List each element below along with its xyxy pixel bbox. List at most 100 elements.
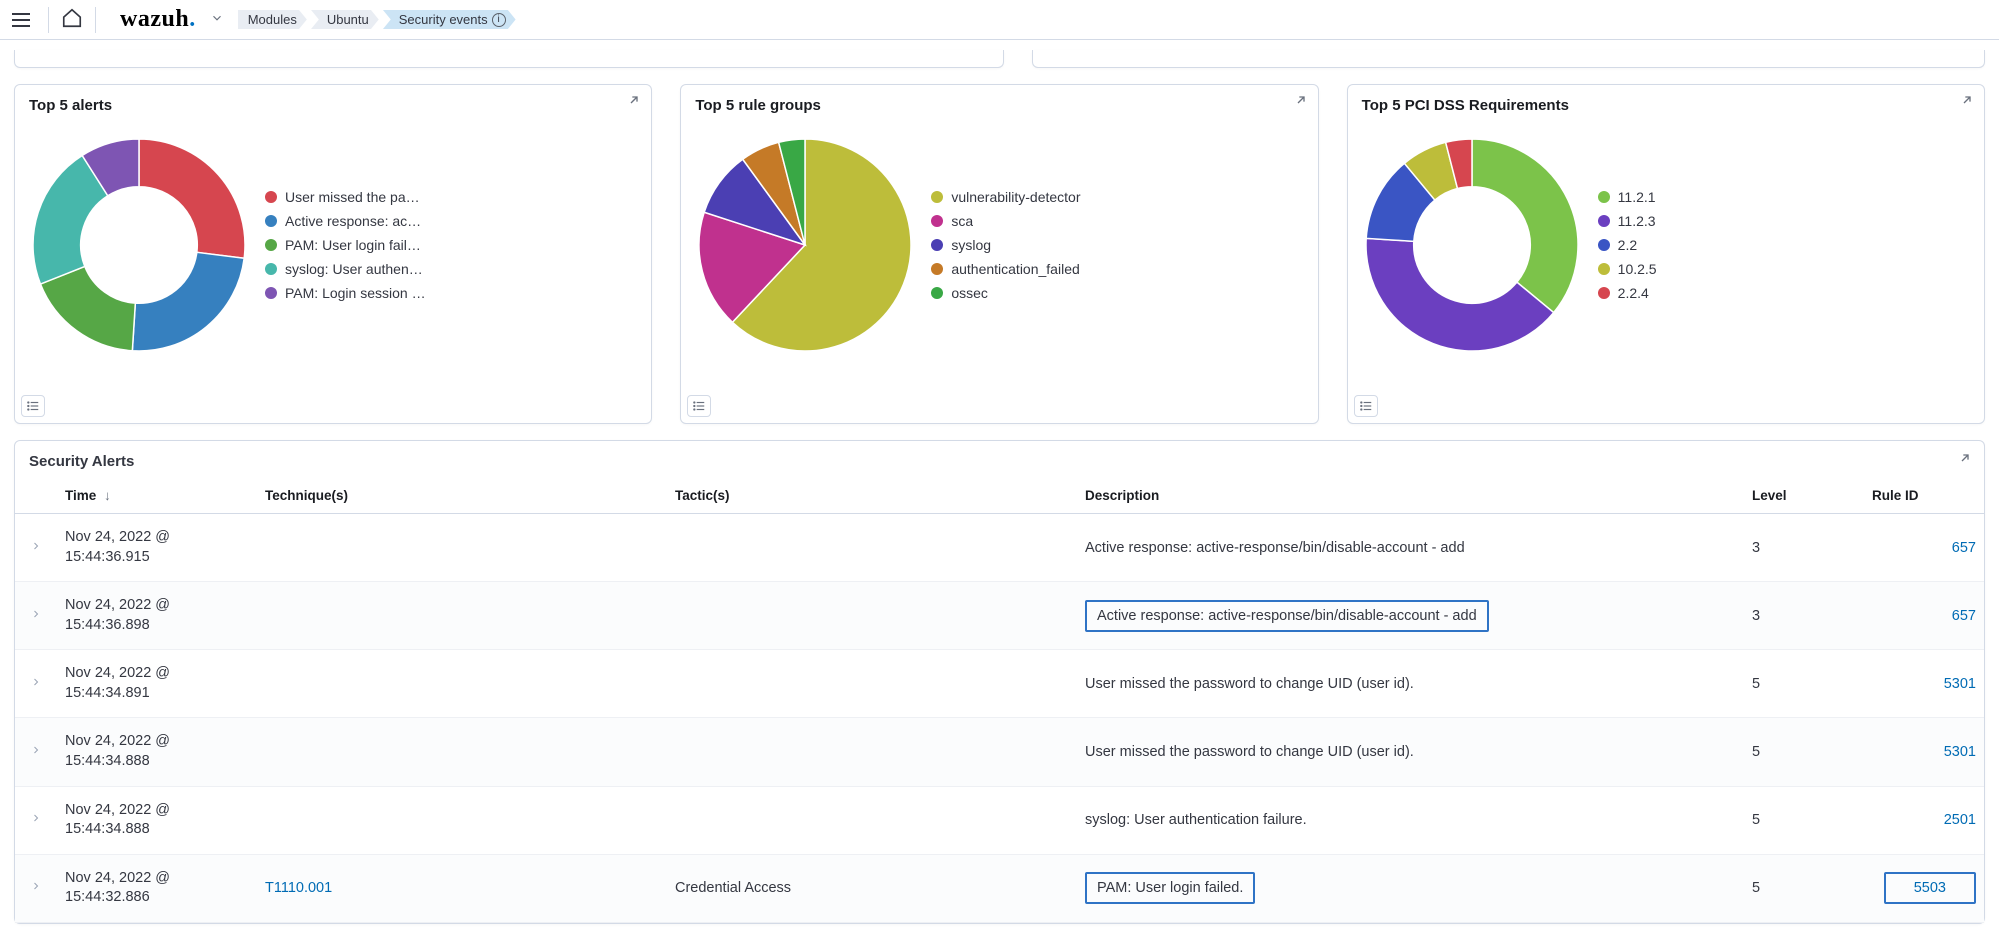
legend-item[interactable]: 11.2.3 xyxy=(1598,213,1970,229)
partial-panel xyxy=(1032,50,1986,68)
logo-text: wazuh xyxy=(120,6,189,32)
legend-label: Active response: ac… xyxy=(285,213,421,229)
legend-item[interactable]: ossec xyxy=(931,285,1303,301)
legend-color-dot xyxy=(931,263,943,275)
info-icon[interactable]: i xyxy=(492,13,506,27)
legend-item[interactable]: 2.2 xyxy=(1598,237,1970,253)
cell-ruleid: 5503 xyxy=(1864,854,1984,922)
col-time-label: Time xyxy=(65,488,96,503)
cell-description: User missed the password to change UID (… xyxy=(1077,718,1744,786)
cell-tactic: Credential Access xyxy=(667,854,1077,922)
chart-legend: 11.2.1 11.2.3 2.2 10.2.5 2.2.4 xyxy=(1582,189,1970,301)
breadcrumb-item[interactable]: Modules xyxy=(238,10,307,30)
home-icon[interactable] xyxy=(61,7,83,32)
expand-icon[interactable] xyxy=(1954,453,1970,472)
legend-label: syslog: User authen… xyxy=(285,261,423,277)
legend-color-dot xyxy=(931,215,943,227)
security-alerts-panel: Security Alerts Time ↓ Technique(s) Tact… xyxy=(14,440,1985,924)
cell-description: Active response: active-response/bin/dis… xyxy=(1077,514,1744,582)
cell-description: syslog: User authentication failure. xyxy=(1077,786,1744,854)
expand-icon[interactable] xyxy=(623,95,639,114)
cell-time: Nov 24, 2022 @15:44:32.886 xyxy=(57,854,257,922)
legend-item[interactable]: 11.2.1 xyxy=(1598,189,1970,205)
cell-technique: T1110.001 xyxy=(257,854,667,922)
expand-row-icon[interactable] xyxy=(30,608,42,624)
partial-panel xyxy=(14,50,1004,68)
cell-time: Nov 24, 2022 @15:44:34.891 xyxy=(57,650,257,718)
ruleid-link[interactable]: 5301 xyxy=(1944,676,1976,692)
legend-color-dot xyxy=(1598,215,1610,227)
cell-technique xyxy=(257,582,667,650)
col-description[interactable]: Description xyxy=(1077,478,1744,514)
expand-row-icon[interactable] xyxy=(30,812,42,828)
ruleid-link[interactable]: 5301 xyxy=(1944,744,1976,760)
legend-item[interactable]: Active response: ac… xyxy=(265,213,637,229)
cell-time: Nov 24, 2022 @15:44:34.888 xyxy=(57,718,257,786)
cell-technique xyxy=(257,650,667,718)
legend-item[interactable]: authentication_failed xyxy=(931,261,1303,277)
list-view-icon[interactable] xyxy=(687,395,711,417)
legend-label: PAM: Login session … xyxy=(285,285,426,301)
cell-level: 5 xyxy=(1744,786,1864,854)
col-technique[interactable]: Technique(s) xyxy=(257,478,667,514)
col-tactic[interactable]: Tactic(s) xyxy=(667,478,1077,514)
expand-row-icon[interactable] xyxy=(30,676,42,692)
cell-tactic xyxy=(667,650,1077,718)
technique-link[interactable]: T1110.001 xyxy=(265,880,332,896)
menu-toggle-icon[interactable] xyxy=(8,6,36,34)
legend-item[interactable]: 2.2.4 xyxy=(1598,285,1970,301)
expand-row-icon[interactable] xyxy=(30,540,42,556)
cell-description: PAM: User login failed. xyxy=(1077,854,1744,922)
expand-icon[interactable] xyxy=(1956,95,1972,114)
chevron-down-icon[interactable] xyxy=(210,11,224,28)
expand-row-icon[interactable] xyxy=(30,744,42,760)
col-level[interactable]: Level xyxy=(1744,478,1864,514)
app-logo[interactable]: wazuh. xyxy=(120,6,196,33)
divider xyxy=(48,7,49,33)
legend-label: 11.2.3 xyxy=(1618,213,1656,229)
legend-item[interactable]: 10.2.5 xyxy=(1598,261,1970,277)
cell-tactic xyxy=(667,582,1077,650)
col-ruleid[interactable]: Rule ID xyxy=(1864,478,1984,514)
ruleid-link[interactable]: 2501 xyxy=(1944,812,1976,828)
table-row: Nov 24, 2022 @15:44:36.898Active respons… xyxy=(15,582,1984,650)
cell-ruleid: 657 xyxy=(1864,514,1984,582)
legend-color-dot xyxy=(931,239,943,251)
legend-label: 11.2.1 xyxy=(1618,189,1656,205)
expand-icon[interactable] xyxy=(1290,95,1306,114)
sort-descending-icon: ↓ xyxy=(104,488,111,503)
col-time[interactable]: Time ↓ xyxy=(57,478,257,514)
legend-color-dot xyxy=(931,191,943,203)
expand-row-icon[interactable] xyxy=(30,880,42,896)
legend-color-dot xyxy=(1598,239,1610,251)
legend-item[interactable]: sca xyxy=(931,213,1303,229)
cell-tactic xyxy=(667,786,1077,854)
legend-color-dot xyxy=(265,263,277,275)
topbar: wazuh. ModulesUbuntuSecurity eventsi xyxy=(0,0,1999,40)
legend-item[interactable]: vulnerability-detector xyxy=(931,189,1303,205)
cell-tactic xyxy=(667,514,1077,582)
cell-time: Nov 24, 2022 @15:44:34.888 xyxy=(57,786,257,854)
legend-label: 2.2 xyxy=(1618,237,1637,253)
legend-item[interactable]: syslog xyxy=(931,237,1303,253)
legend-color-dot xyxy=(931,287,943,299)
chart-body: vulnerability-detector sca syslog authentic… xyxy=(695,120,1303,370)
legend-item[interactable]: PAM: Login session … xyxy=(265,285,637,301)
panel-title: Top 5 PCI DSS Requirements xyxy=(1362,97,1970,114)
cell-level: 5 xyxy=(1744,718,1864,786)
chart-panel-top-rule-groups: Top 5 rule groupsvulnerability-detectors… xyxy=(680,84,1318,424)
table-row: Nov 24, 2022 @15:44:36.915Active respons… xyxy=(15,514,1984,582)
ruleid-link[interactable]: 657 xyxy=(1952,608,1976,624)
cell-description: User missed the password to change UID (… xyxy=(1077,650,1744,718)
list-view-icon[interactable] xyxy=(1354,395,1378,417)
legend-item[interactable]: syslog: User authen… xyxy=(265,261,637,277)
legend-item[interactable]: User missed the pa… xyxy=(265,189,637,205)
cell-ruleid: 657 xyxy=(1864,582,1984,650)
description-text: PAM: User login failed. xyxy=(1085,872,1255,904)
breadcrumb-item[interactable]: Security eventsi xyxy=(383,10,516,30)
ruleid-link[interactable]: 5503 xyxy=(1884,872,1976,904)
breadcrumb-item[interactable]: Ubuntu xyxy=(311,10,379,30)
legend-item[interactable]: PAM: User login fail… xyxy=(265,237,637,253)
list-view-icon[interactable] xyxy=(21,395,45,417)
ruleid-link[interactable]: 657 xyxy=(1952,540,1976,556)
